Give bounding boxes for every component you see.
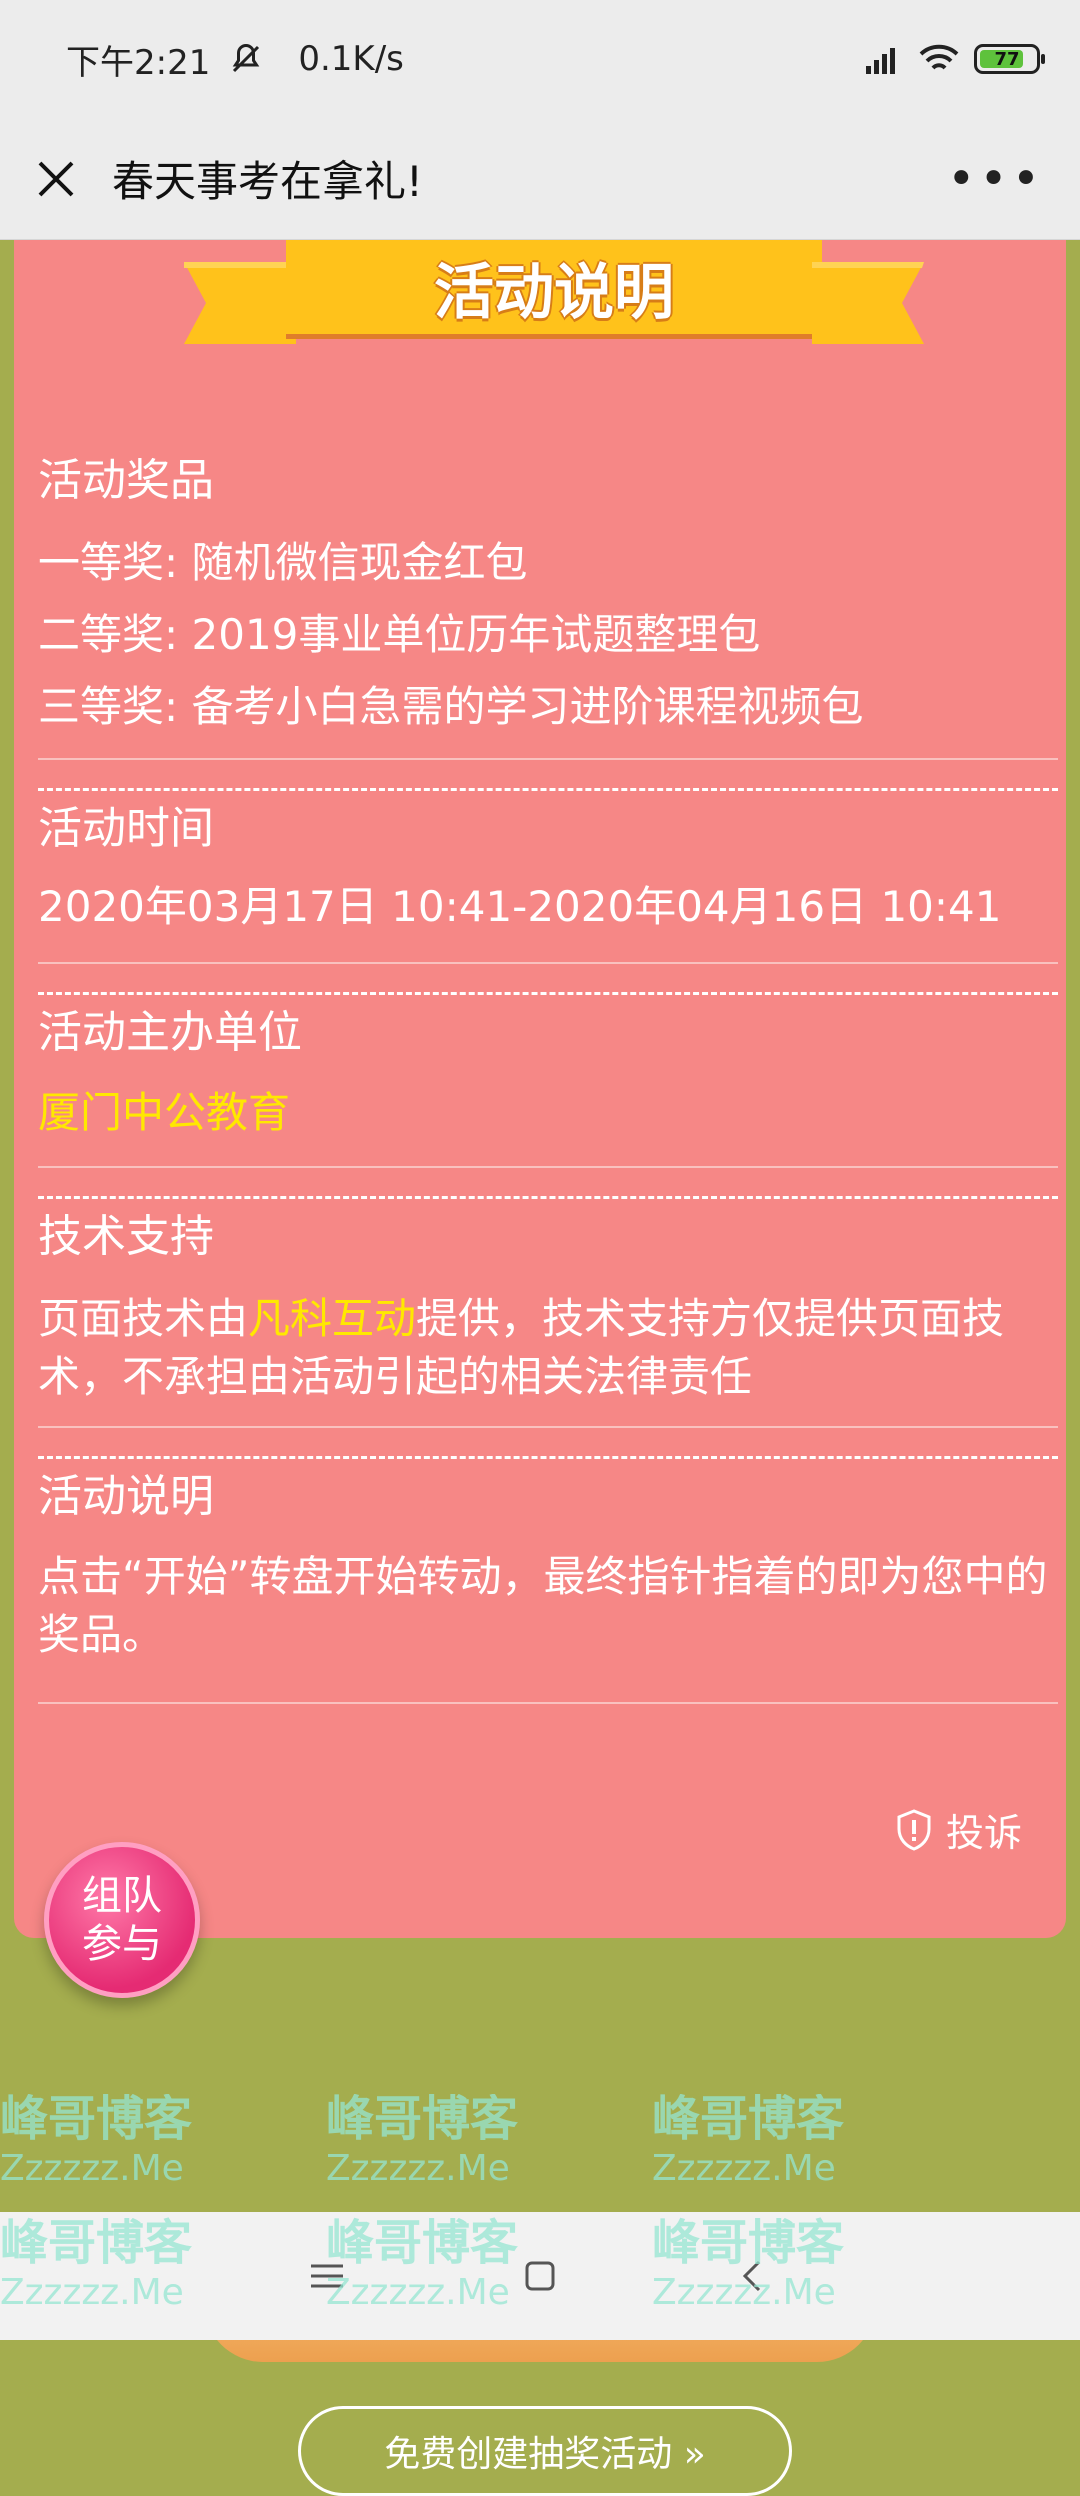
support-prefix: 页面技术由 <box>38 1294 249 1343</box>
back-icon[interactable] <box>731 2254 775 2298</box>
instructions-section: 活动说明 点击“开始”转盘开始转动，最终指针指着的即为您中的奖品。 <box>38 1460 1058 1664</box>
dashed-divider <box>38 1456 1058 1459</box>
prizes-section: 活动奖品 一等奖: 随机微信现金红包 二等奖: 2019事业单位历年试题整理包 … <box>38 444 1058 736</box>
prize-first: 一等奖: 随机微信现金红包 <box>38 538 528 587</box>
prizes-heading: 活动奖品 <box>38 455 214 506</box>
instructions-heading: 活动说明 <box>38 1471 214 1522</box>
divider <box>38 1702 1058 1704</box>
time-section: 活动时间 2020年03月17日 10:41-2020年04月16日 10:41 <box>38 792 1058 936</box>
team-join-button[interactable]: 组队 参与 <box>44 1842 200 1998</box>
battery-level: 77 <box>994 48 1020 70</box>
time-heading: 活动时间 <box>38 803 214 854</box>
prize-third: 三等奖: 备考小白急需的学习进阶课程视频包 <box>38 682 864 731</box>
signal-icon <box>866 48 895 74</box>
network-speed: 0.1K/s <box>298 39 404 79</box>
organizer-section: 活动主办单位 厦门中公教育 <box>38 996 1058 1142</box>
prize-second: 二等奖: 2019事业单位历年试题整理包 <box>38 610 761 659</box>
time-value: 2020年03月17日 10:41-2020年04月16日 10:41 <box>38 882 1002 931</box>
complaint-button[interactable]: 投诉 <box>894 1802 1022 1857</box>
banner-title: 活动说明 <box>286 240 822 334</box>
dashed-divider <box>38 992 1058 995</box>
menu-icon[interactable] <box>305 2254 349 2298</box>
shield-alert-icon <box>897 1808 931 1851</box>
status-time: 下午2:21 <box>66 42 211 83</box>
more-options-icon[interactable]: ••• <box>947 151 1044 207</box>
support-company-link[interactable]: 凡科互动 <box>248 1294 416 1343</box>
support-text: 页面技术由凡科互动提供，技术支持方仅提供页面技术，不承担由活动引起的相关法律责任 <box>38 1290 1058 1406</box>
divider <box>38 1426 1058 1428</box>
wifi-icon <box>919 44 959 70</box>
page-title: 春天事考在拿礼! <box>112 157 423 206</box>
ribbon-right-decoration <box>812 262 924 344</box>
mute-bell-icon <box>233 43 260 73</box>
home-icon[interactable] <box>518 2254 562 2298</box>
instructions-text: 点击“开始”转盘开始转动，最终指针指着的即为您中的奖品。 <box>38 1552 1048 1659</box>
nav-bar: 春天事考在拿礼! ••• <box>0 118 1080 240</box>
system-nav-bar <box>0 2212 1080 2340</box>
status-bar: 下午2:21 0.1K/s 77 <box>0 0 1080 118</box>
dashed-divider <box>38 1196 1058 1199</box>
organizer-heading: 活动主办单位 <box>38 1007 302 1058</box>
team-label-line1: 组队 <box>82 1873 162 1919</box>
divider <box>38 1166 1058 1168</box>
section-banner: 活动说明 <box>184 240 924 344</box>
ribbon-left-decoration <box>184 262 296 344</box>
divider <box>38 962 1058 964</box>
support-section: 技术支持 页面技术由凡科互动提供，技术支持方仅提供页面技术，不承担由活动引起的相… <box>38 1200 1058 1406</box>
battery-icon: 77 <box>974 44 1045 74</box>
divider <box>38 758 1058 760</box>
complaint-label: 投诉 <box>945 1811 1022 1855</box>
page-content: 活动说明 活动奖品 一等奖: 随机微信现金红包 二等奖: 2019事业单位历年试… <box>0 240 1080 2496</box>
support-heading: 技术支持 <box>38 1211 214 1262</box>
create-lottery-button[interactable]: 免费创建抽奖活动 » <box>298 2406 792 2496</box>
organizer-link[interactable]: 厦门中公教育 <box>38 1084 1058 1142</box>
close-icon[interactable] <box>36 159 76 199</box>
dashed-divider <box>38 788 1058 791</box>
info-card: 活动说明 活动奖品 一等奖: 随机微信现金红包 二等奖: 2019事业单位历年试… <box>14 240 1066 1938</box>
team-label-line2: 参与 <box>82 1921 162 1967</box>
